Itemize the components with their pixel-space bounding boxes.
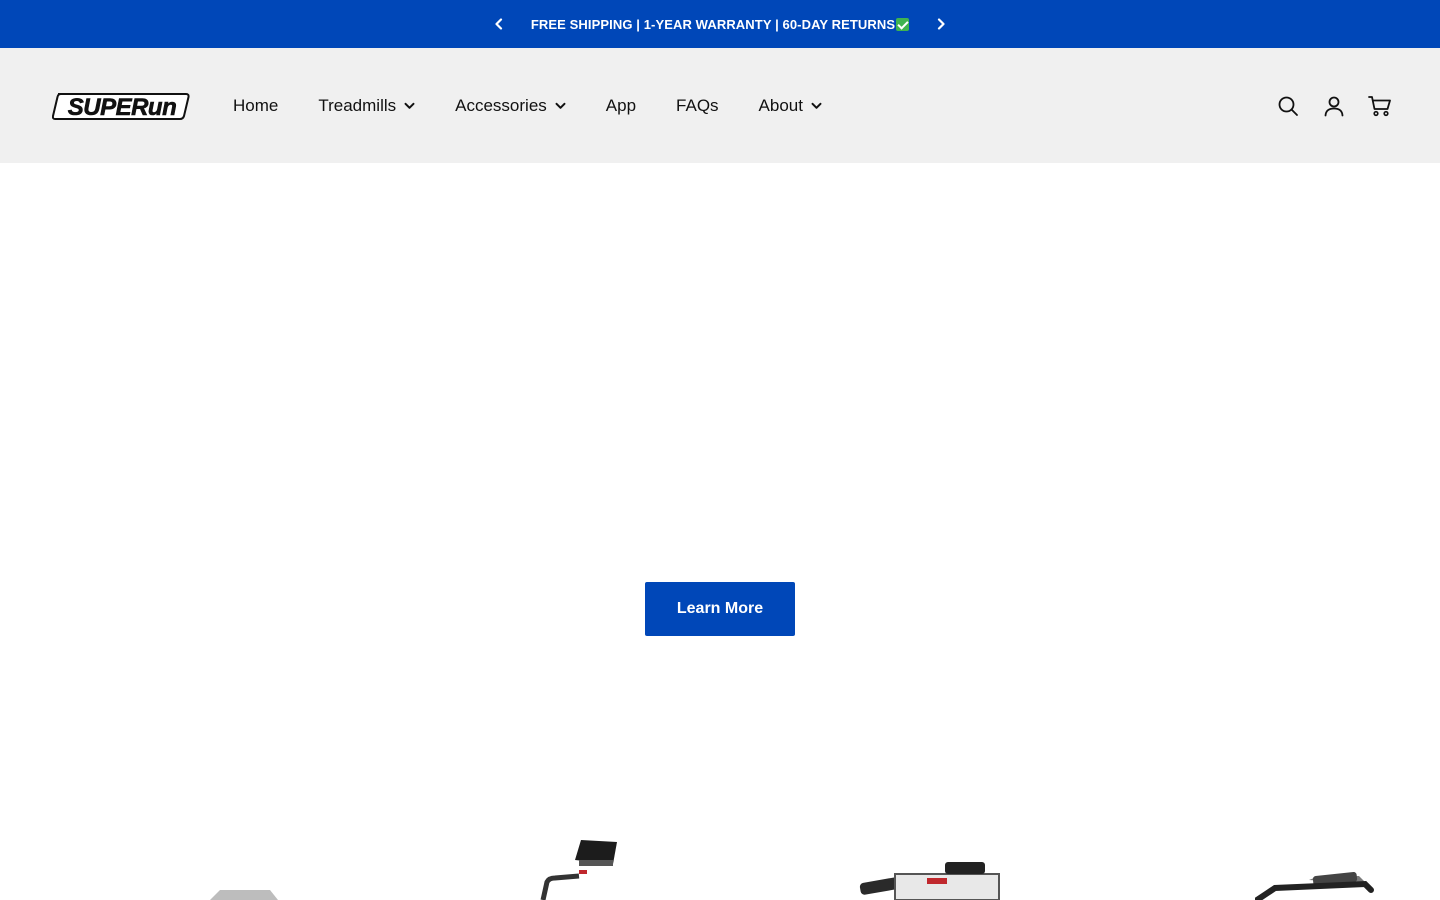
nav-faqs[interactable]: FAQs: [676, 96, 719, 116]
treadmill-image-1[interactable]: [200, 840, 280, 900]
treadmill-image-4[interactable]: [1255, 840, 1375, 900]
superun-logo-mark: SUPERun: [51, 93, 190, 121]
nav-accessories-label: Accessories: [455, 95, 547, 115]
chevron-down-icon: [404, 102, 415, 110]
announcement-next-button[interactable]: [927, 10, 955, 38]
nav-treadmills[interactable]: Treadmills: [318, 96, 415, 116]
chevron-right-icon: [937, 18, 945, 30]
site-header: SUPERun Home Treadmills Accessories App …: [0, 48, 1440, 163]
cart-button[interactable]: [1368, 94, 1392, 118]
nav-home-label: Home: [233, 95, 279, 115]
learn-more-button[interactable]: Learn More: [645, 582, 795, 636]
chevron-down-icon: [555, 102, 566, 110]
chevron-down-icon: [811, 102, 822, 110]
logo-text: SUPERun: [68, 94, 177, 121]
nav-about[interactable]: About: [759, 96, 822, 116]
announcement-text: FREE SHIPPING | 1-YEAR WARRANTY | 60-DAY…: [531, 17, 910, 32]
chevron-left-icon: [495, 18, 503, 30]
main-nav: Home Treadmills Accessories App FAQs Abo…: [233, 48, 862, 163]
search-button[interactable]: [1276, 94, 1300, 118]
cart-icon: [1368, 95, 1391, 116]
account-icon: [1324, 96, 1344, 116]
nav-accessories[interactable]: Accessories: [455, 96, 566, 116]
treadmill-image-3[interactable]: [855, 840, 1005, 900]
superun-logo[interactable]: SUPERun: [51, 90, 190, 122]
hero-section: Learn More: [0, 163, 1440, 783]
nav-about-label: About: [758, 95, 803, 115]
account-button[interactable]: [1322, 94, 1346, 118]
header-actions: [1254, 48, 1392, 163]
treadmill-image-2[interactable]: [535, 840, 625, 900]
nav-home[interactable]: Home: [233, 96, 278, 116]
product-strip: [0, 840, 1440, 900]
nav-app-label: App: [605, 95, 637, 115]
check-mark-icon: [896, 17, 910, 31]
nav-app[interactable]: App: [606, 96, 636, 116]
nav-faqs-label: FAQs: [676, 95, 719, 115]
search-icon: [1278, 96, 1298, 116]
nav-treadmills-label: Treadmills: [318, 95, 397, 115]
announcement-bar: FREE SHIPPING | 1-YEAR WARRANTY | 60-DAY…: [0, 0, 1440, 48]
announcement-prev-button[interactable]: [485, 10, 513, 38]
